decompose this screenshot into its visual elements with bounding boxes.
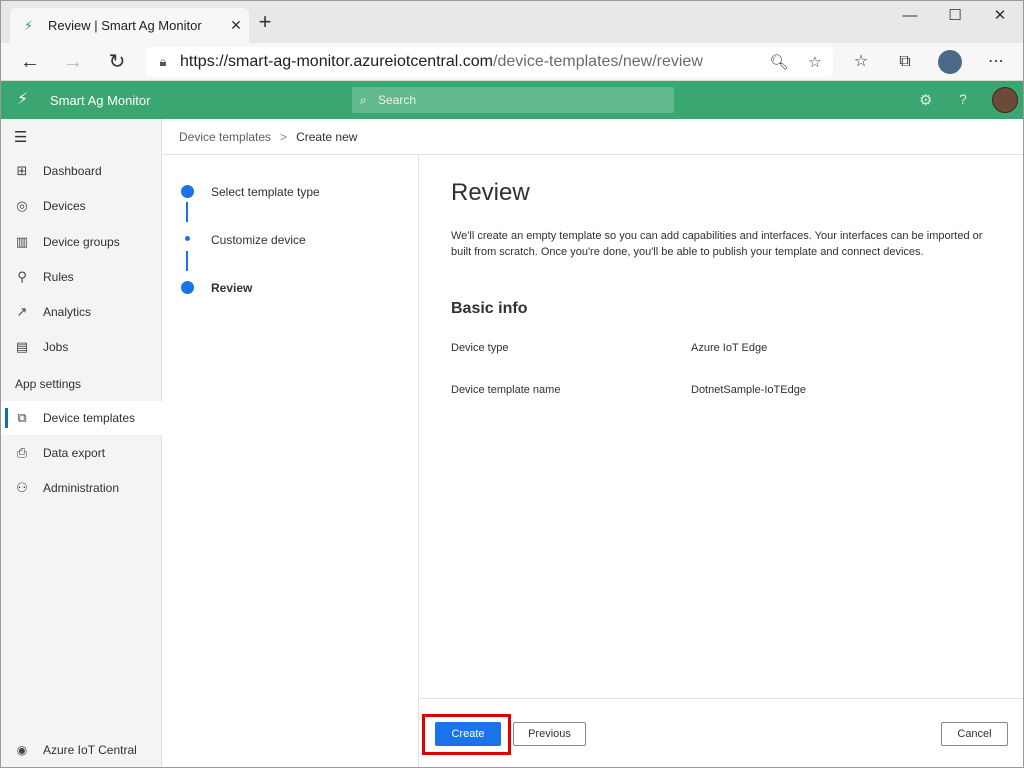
breadcrumb-current: Create new <box>296 129 358 144</box>
nav-item-label: Device groups <box>43 235 120 249</box>
nav-item-analytics[interactable]: ↗ Analytics <box>1 295 162 329</box>
nav-item-label: Devices <box>43 199 86 213</box>
step-review: Review <box>211 281 253 295</box>
previous-button[interactable]: Previous <box>513 722 586 746</box>
data-export-icon: ⎙ <box>16 445 28 460</box>
zoom-icon[interactable]: 🔍︎ <box>761 53 797 71</box>
browser-tab[interactable]: ⚡ Review | Smart Ag Monitor ✕ <box>10 8 249 43</box>
browser-profile-avatar[interactable] <box>938 50 962 74</box>
minimize-button[interactable]: — <box>888 5 932 27</box>
review-description: We'll create an empty template so you ca… <box>451 230 983 258</box>
tab-strip: ⚡ Review | Smart Ag Monitor ✕ + — ☐ ✕ <box>1 1 1023 43</box>
step-select-template-type[interactable]: Select template type <box>211 185 320 199</box>
search-input[interactable]: ⌕ Search <box>352 87 674 113</box>
breadcrumb-parent-link[interactable]: Device templates <box>179 130 271 144</box>
nav-item-administration[interactable]: ⚇ Administration <box>1 471 162 505</box>
step-complete-dot-icon <box>181 185 194 198</box>
close-tab-icon[interactable]: ✕ <box>223 17 249 34</box>
hamburger-menu-icon[interactable]: ☰ <box>14 128 27 146</box>
nav-item-label: Jobs <box>43 340 69 354</box>
device-templates-icon: ⧉ <box>17 410 27 425</box>
create-button[interactable]: Create <box>435 722 501 746</box>
tab-title: Review | Smart Ag Monitor <box>48 18 202 33</box>
refresh-icon[interactable]: ↻ <box>103 49 131 75</box>
page-title: Review <box>451 179 530 206</box>
device-groups-icon: ▥ <box>15 234 29 249</box>
wizard-footer: Create Previous Cancel <box>420 698 1023 767</box>
nav-item-label: Data export <box>43 446 106 460</box>
breadcrumb: Device templates > Create new <box>163 119 1023 155</box>
url-text: https://smart-ag-monitor.azureiotcentral… <box>180 53 703 70</box>
rules-icon: ⚲ <box>17 269 27 284</box>
nav-footer-azure-iot-central[interactable]: ◉ Azure IoT Central <box>1 731 162 767</box>
dashboard-icon: ⊞ <box>16 163 28 178</box>
device-template-name-value: DotnetSample-IoTEdge <box>691 384 806 396</box>
left-navigation: ☰ ⊞ Dashboard ◎ Devices ▥ Device groups … <box>1 119 162 767</box>
close-window-button[interactable]: ✕ <box>978 5 1022 27</box>
section-title-basic-info: Basic info <box>451 300 528 317</box>
analytics-icon: ↗ <box>16 304 28 319</box>
step-complete-dot-icon <box>185 236 190 241</box>
cancel-button[interactable]: Cancel <box>941 722 1008 746</box>
administration-icon: ⚇ <box>16 480 28 495</box>
nav-item-devices[interactable]: ◎ Devices <box>1 189 162 223</box>
forward-icon[interactable]: → <box>59 49 87 75</box>
address-field[interactable]: 🔒︎ https://smart-ag-monitor.azureiotcent… <box>146 47 833 77</box>
review-panel: Review We'll create an empty template so… <box>420 155 1023 698</box>
wizard-steps: Select template type Customize device Re… <box>163 155 419 767</box>
step-customize-device[interactable]: Customize device <box>211 233 306 247</box>
favorites-icon[interactable]: ☆ <box>847 50 875 74</box>
nav-item-label: Device templates <box>43 411 136 425</box>
browser-window: ⚡ Review | Smart Ag Monitor ✕ + — ☐ ✕ ← … <box>0 0 1024 768</box>
search-placeholder: Search <box>378 93 417 107</box>
favorite-star-icon[interactable]: ☆ <box>797 53 833 71</box>
step-current-dot-icon <box>181 281 194 294</box>
jobs-icon: ▤ <box>15 339 29 354</box>
chevron-right-icon: > <box>280 129 288 144</box>
user-avatar[interactable] <box>992 87 1018 113</box>
nav-item-device-templates[interactable]: ⧉ Device templates <box>1 401 162 435</box>
app-header: ⚡ Smart Ag Monitor ⌕ Search ⚙ ? <box>1 81 1023 119</box>
nav-item-label: Dashboard <box>43 164 102 178</box>
devices-icon: ◎ <box>16 198 28 213</box>
help-icon[interactable]: ? <box>959 91 967 107</box>
more-menu-icon[interactable]: ⋯ <box>982 50 1010 74</box>
app-logo-icon: ⚡ <box>17 91 29 108</box>
device-type-label: Device type <box>451 342 509 354</box>
back-icon[interactable]: ← <box>16 49 44 75</box>
search-icon: ⌕ <box>360 92 367 107</box>
nav-item-dashboard[interactable]: ⊞ Dashboard <box>1 154 162 188</box>
nav-section-app-settings: App settings <box>15 377 82 391</box>
iot-central-logo-icon: ◉ <box>16 743 28 757</box>
new-tab-button[interactable]: + <box>254 11 276 33</box>
gear-icon[interactable]: ⚙ <box>919 91 932 109</box>
address-bar-row: ← → ↻ 🔒︎ https://smart-ag-monitor.azurei… <box>1 43 1023 81</box>
step-connector <box>186 251 188 271</box>
step-connector <box>186 202 188 222</box>
device-template-name-label: Device template name <box>451 384 561 396</box>
nav-item-jobs[interactable]: ▤ Jobs <box>1 330 162 364</box>
nav-item-data-export[interactable]: ⎙ Data export <box>1 436 162 470</box>
app-favicon-icon: ⚡ <box>24 17 34 33</box>
nav-item-device-groups[interactable]: ▥ Device groups <box>1 225 162 259</box>
nav-item-rules[interactable]: ⚲ Rules <box>1 260 162 294</box>
collections-icon[interactable]: ⧉ <box>891 50 919 74</box>
app-title: Smart Ag Monitor <box>50 93 151 108</box>
nav-item-label: Administration <box>43 481 120 495</box>
lock-icon: 🔒︎ <box>159 54 167 69</box>
nav-item-label: Analytics <box>43 305 92 319</box>
device-type-value: Azure IoT Edge <box>691 342 768 354</box>
nav-item-label: Rules <box>43 270 74 284</box>
nav-footer-label: Azure IoT Central <box>43 743 137 757</box>
maximize-button[interactable]: ☐ <box>933 5 977 27</box>
